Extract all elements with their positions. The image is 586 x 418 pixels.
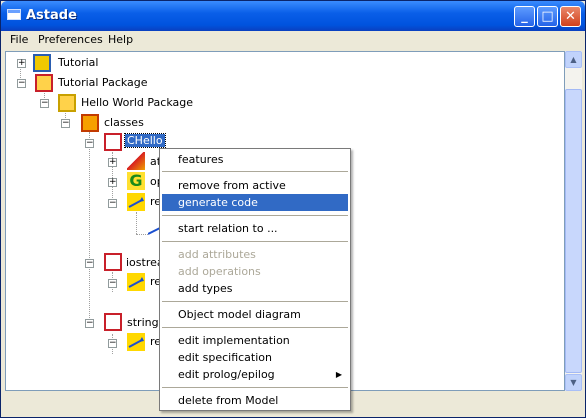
- context-menu: features remove from active component ge…: [159, 148, 351, 411]
- menu-item-edit-specification[interactable]: edit specification: [162, 349, 348, 366]
- component-icon: [33, 54, 51, 72]
- attributes-icon: [127, 152, 145, 170]
- menu-item-features[interactable]: features: [162, 151, 348, 168]
- tree-item-classes[interactable]: classes: [104, 116, 144, 129]
- menu-preferences[interactable]: Preferences: [38, 33, 103, 46]
- menu-item-delete-from-model[interactable]: delete from Model: [162, 392, 348, 409]
- menu-item-add-operations: add operations: [178, 265, 261, 278]
- operations-icon: G: [127, 172, 145, 190]
- scroll-down-button[interactable]: ▼: [565, 374, 582, 391]
- menu-item-edit-implementation[interactable]: edit implementation: [162, 332, 348, 349]
- lib-class-icon: [104, 253, 122, 271]
- menu-help[interactable]: Help: [108, 33, 133, 46]
- scroll-up-button[interactable]: ▲: [565, 51, 582, 68]
- collapse-hello-world-package[interactable]: −: [40, 99, 49, 108]
- package-icon: [58, 94, 76, 112]
- close-button[interactable]: ✕: [560, 6, 581, 27]
- expand-operations[interactable]: +: [108, 178, 117, 187]
- tree-item-tutorial[interactable]: Tutorial: [58, 56, 98, 69]
- collapse-chello[interactable]: −: [85, 139, 94, 148]
- collapse-relations[interactable]: −: [108, 199, 117, 208]
- relations-icon: [127, 273, 145, 291]
- menu-item-start-relation-to[interactable]: start relation to ...: [162, 220, 348, 237]
- classes-folder-icon: [81, 114, 99, 132]
- menu-item-object-model-diagram[interactable]: Object model diagram: [162, 306, 348, 323]
- menu-item-generate-code[interactable]: generate code: [162, 194, 348, 211]
- title-bar[interactable]: Astade _ □ ✕: [1, 1, 585, 31]
- class-icon: [104, 133, 122, 151]
- app-icon: [7, 9, 21, 20]
- collapse-classes[interactable]: −: [61, 119, 70, 128]
- menu-item-add-types[interactable]: add types: [162, 280, 348, 297]
- minimize-button[interactable]: _: [514, 6, 535, 27]
- tree-item-hello-world-package[interactable]: Hello World Package: [81, 96, 193, 109]
- relations-icon: [127, 333, 145, 351]
- menu-file[interactable]: File: [10, 33, 28, 46]
- menu-bar: File Preferences Help: [1, 31, 585, 50]
- tree-item-iostream[interactable]: iostrea: [126, 256, 164, 269]
- window-title: Astade: [26, 8, 77, 23]
- vertical-scrollbar[interactable]: ▲ ▼: [565, 51, 582, 391]
- scroll-thumb[interactable]: [565, 89, 582, 373]
- tree-item-tutorial-package[interactable]: Tutorial Package: [58, 76, 148, 89]
- menu-item-edit-prolog-epilog[interactable]: edit prolog/epilog ▶: [162, 366, 348, 383]
- collapse-iostream-relations[interactable]: −: [108, 279, 117, 288]
- package-icon: [35, 74, 53, 92]
- expand-tutorial[interactable]: +: [17, 59, 26, 68]
- relations-icon: [127, 193, 145, 211]
- collapse-string[interactable]: −: [85, 319, 94, 328]
- maximize-button[interactable]: □: [537, 6, 558, 27]
- expand-attributes[interactable]: +: [108, 158, 117, 167]
- menu-item-add-attributes: add attributes: [178, 248, 256, 261]
- collapse-iostream[interactable]: −: [85, 259, 94, 268]
- tree-item-string[interactable]: string: [127, 316, 159, 329]
- lib-class-icon: [104, 313, 122, 331]
- collapse-string-relations[interactable]: −: [108, 339, 117, 348]
- menu-item-remove-from-active-component[interactable]: remove from active component: [162, 177, 348, 209]
- collapse-tutorial-package[interactable]: −: [17, 79, 26, 88]
- tree-item-chello[interactable]: CHello: [124, 133, 166, 148]
- menu-item-edit-prolog-epilog-label: edit prolog/epilog: [178, 368, 275, 381]
- submenu-arrow-icon: ▶: [335, 370, 342, 379]
